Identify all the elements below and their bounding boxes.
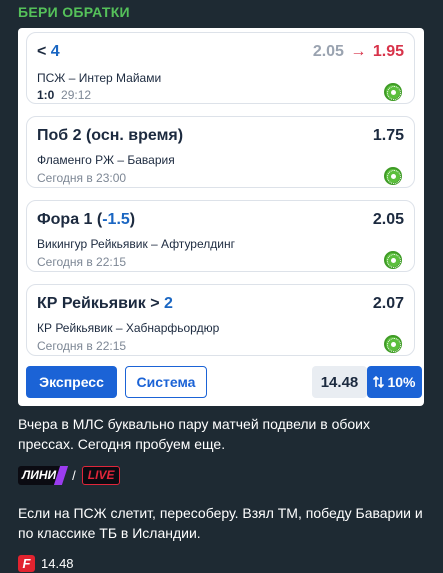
bet-card[interactable]: Фора 1 (-1.5) 2.05 Викингур Рейкьявик – … [26,200,415,272]
live-clock: 29:12 [61,88,92,102]
footer-row: F 14.48 [18,555,74,572]
match-time: Сегодня в 22:15 [37,339,127,353]
soccer-ball-icon [384,83,402,101]
new-odd: 1.95 [372,43,404,60]
bet-pick: КР Рейкьявик > 2 [37,295,173,312]
bet-odd: 2.05 [372,211,404,228]
live-link[interactable]: LIVE [81,465,121,485]
match-name: Фламенго РЖ – Бавария [37,153,175,167]
bet-card[interactable]: КР Рейкьявик > 2 2.07 КР Рейкьявик – Хаб… [26,284,415,356]
soccer-ball-icon [384,335,402,353]
boost-button[interactable]: 10% [367,366,422,398]
message-text-2: Если на ПСЖ слетит, пересоберу. Взял ТМ,… [18,505,423,541]
match-time: Сегодня в 22:15 [37,255,127,269]
promo-links: ЛИНИ / LIVE [18,465,121,485]
live-score: 1:0 [37,88,55,102]
bet-line-value: -1.5 [102,211,130,228]
bet-coupon: < 4 2.05 → 1.95 ПСЖ – Интер Майами 1:0 2… [18,28,424,406]
bet-pick: Поб 2 (осн. время) [37,127,184,144]
bet-line-value: 4 [50,43,60,60]
bet-pick: Фора 1 (-1.5) [37,211,136,228]
sort-arrows-icon [373,376,385,388]
old-odd: 2.05 [312,43,344,60]
f-logo-icon: F [18,555,35,572]
channel-title[interactable]: БЕРИ ОБРАТКИ [18,4,130,20]
soccer-ball-icon [384,167,402,185]
bet-odd: 2.07 [372,295,404,312]
match-name: КР Рейкьявик – Хабнарфьордюр [37,321,220,335]
bet-odd: 1.75 [372,127,404,144]
bet-pick: < 4 [37,43,60,60]
match-name: ПСЖ – Интер Майами [37,71,162,85]
match-live-status: 1:0 29:12 [37,88,91,102]
match-name: Викингур Рейкьявик – Афтурелдинг [37,237,235,251]
total-odd: 14.48 [312,366,367,398]
link-separator: / [72,467,76,483]
soccer-ball-icon [384,251,402,269]
system-button[interactable]: Система [125,366,207,398]
arrow-right-icon: → [350,43,367,60]
footer-odd: 14.48 [41,556,74,571]
match-time: Сегодня в 23:00 [37,171,127,185]
bet-line-value: 2 [163,295,173,312]
line-link[interactable]: ЛИНИ [18,465,63,485]
bet-odd: 2.05 → 1.95 [313,43,404,61]
express-button[interactable]: Экспресс [26,366,117,398]
boost-label: 10% [387,374,416,390]
message-text: Вчера в МЛС буквально пару матчей подвел… [18,416,371,452]
bet-card[interactable]: < 4 2.05 → 1.95 ПСЖ – Интер Майами 1:0 2… [26,32,415,104]
bet-card[interactable]: Поб 2 (осн. время) 1.75 Фламенго РЖ – Ба… [26,116,415,188]
